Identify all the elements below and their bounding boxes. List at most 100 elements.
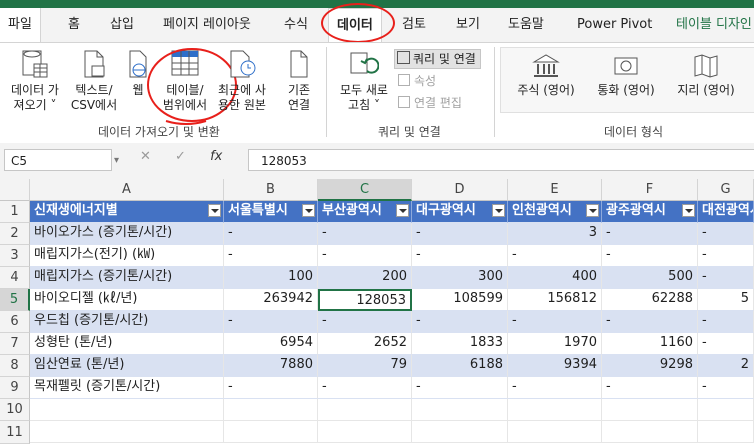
filter-dropdown-icon[interactable] xyxy=(682,204,695,217)
table-cell[interactable]: 1833 xyxy=(412,333,508,355)
tab-insert[interactable]: 삽입 xyxy=(110,8,134,42)
row-header-4[interactable]: 4 xyxy=(0,267,30,289)
table-cell[interactable]: - xyxy=(224,311,318,333)
table-cell[interactable]: 매립지가스 (증기톤/시간) xyxy=(30,267,224,289)
empty-cell[interactable] xyxy=(224,421,318,443)
select-all-corner[interactable] xyxy=(0,179,30,201)
table-cell[interactable]: - xyxy=(318,223,412,245)
tab-page-layout[interactable]: 페이지 레이아웃 xyxy=(163,8,251,42)
table-cell[interactable]: - xyxy=(698,311,754,333)
table-cell[interactable]: - xyxy=(412,245,508,267)
existing-connections-button[interactable]: 기존 연결 xyxy=(280,49,318,113)
edit-links-button[interactable]: 연결 편집 xyxy=(398,94,462,112)
row-header-8[interactable]: 8 xyxy=(0,355,30,377)
table-cell[interactable]: - xyxy=(508,377,602,399)
table-cell[interactable]: 임산연료 (톤/년) xyxy=(30,355,224,377)
worksheet-grid[interactable]: A B C D E F G 1 2 3 4 5 6 7 8 9 10 11 신재… xyxy=(0,179,754,444)
column-header-c[interactable]: C xyxy=(318,179,412,201)
table-cell[interactable]: - xyxy=(318,311,412,333)
filter-dropdown-icon[interactable] xyxy=(208,204,221,217)
table-cell[interactable]: - xyxy=(602,223,698,245)
table-cell[interactable]: 우드칩 (증기톤/시간) xyxy=(30,311,224,333)
table-header-cell[interactable]: 서울특별시 xyxy=(224,201,318,223)
row-header-1[interactable]: 1 xyxy=(0,201,30,223)
properties-button[interactable]: 속성 xyxy=(398,72,436,90)
table-header-cell[interactable]: 광주광역시 xyxy=(602,201,698,223)
empty-cell[interactable] xyxy=(412,421,508,443)
empty-cell[interactable] xyxy=(602,421,698,443)
table-cell[interactable]: 3 xyxy=(508,223,602,245)
row-header-7[interactable]: 7 xyxy=(0,333,30,355)
empty-cell[interactable] xyxy=(602,399,698,421)
tab-table-design[interactable]: 테이블 디자인 xyxy=(676,8,752,42)
row-header-9[interactable]: 9 xyxy=(0,377,30,399)
table-cell[interactable]: 79 xyxy=(318,355,412,377)
table-cell[interactable]: 500 xyxy=(602,267,698,289)
recent-sources-button[interactable]: 최근에 사 용한 원본 xyxy=(214,49,270,113)
table-cell[interactable]: 2652 xyxy=(318,333,412,355)
table-cell[interactable]: 2 xyxy=(698,355,754,377)
empty-cell[interactable] xyxy=(30,399,224,421)
table-cell[interactable]: 1160 xyxy=(602,333,698,355)
table-cell[interactable]: 62288 xyxy=(602,289,698,311)
table-cell[interactable]: - xyxy=(318,377,412,399)
name-box[interactable]: C5 xyxy=(4,149,112,171)
table-cell[interactable]: 9298 xyxy=(602,355,698,377)
formula-input[interactable]: 128053 xyxy=(248,149,754,171)
table-header-cell[interactable]: 대전광역시 xyxy=(698,201,754,223)
table-cell[interactable]: 바이오가스 (증기톤/시간) xyxy=(30,223,224,245)
table-cell[interactable]: - xyxy=(224,223,318,245)
column-header-e[interactable]: E xyxy=(508,179,602,201)
get-data-button[interactable]: 데이터 가 져오기 ˅ xyxy=(6,49,64,113)
enter-icon[interactable]: ✓ xyxy=(175,149,186,164)
table-cell[interactable]: 200 xyxy=(318,267,412,289)
currency-button[interactable]: 통화 (영어) xyxy=(590,53,662,98)
table-cell[interactable]: - xyxy=(318,245,412,267)
tab-power-pivot[interactable]: Power Pivot xyxy=(577,8,652,42)
empty-cell[interactable] xyxy=(318,421,412,443)
tab-home[interactable]: 홈 xyxy=(68,8,80,42)
table-cell[interactable]: - xyxy=(602,245,698,267)
empty-cell[interactable] xyxy=(508,421,602,443)
empty-cell[interactable] xyxy=(412,399,508,421)
insert-function-icon[interactable]: fx xyxy=(210,149,222,164)
empty-cell[interactable] xyxy=(318,399,412,421)
table-cell[interactable]: 156812 xyxy=(508,289,602,311)
table-cell[interactable]: - xyxy=(412,377,508,399)
table-cell[interactable]: 9394 xyxy=(508,355,602,377)
filter-dropdown-icon[interactable] xyxy=(396,204,409,217)
cancel-icon[interactable]: ✕ xyxy=(140,149,151,164)
table-cell[interactable]: - xyxy=(508,311,602,333)
table-cell[interactable]: - xyxy=(698,377,754,399)
table-cell[interactable]: - xyxy=(698,267,754,289)
from-text-csv-button[interactable]: 텍스트/ CSV에서 xyxy=(66,49,122,113)
table-cell[interactable]: 매립지가스(전기) (㎾) xyxy=(30,245,224,267)
table-cell[interactable]: - xyxy=(412,223,508,245)
table-cell[interactable]: - xyxy=(224,377,318,399)
table-cell[interactable]: 263942 xyxy=(224,289,318,311)
table-cell[interactable]: 성형탄 (톤/년) xyxy=(30,333,224,355)
empty-cell[interactable] xyxy=(224,399,318,421)
row-header-2[interactable]: 2 xyxy=(0,223,30,245)
table-cell[interactable]: 목재펠릿 (증기톤/시간) xyxy=(30,377,224,399)
table-cell[interactable]: 6954 xyxy=(224,333,318,355)
table-cell[interactable]: 6188 xyxy=(412,355,508,377)
refresh-all-button[interactable]: 모두 새로 고침 ˅ xyxy=(334,49,394,113)
table-cell[interactable]: 5 xyxy=(698,289,754,311)
table-cell[interactable]: 108599 xyxy=(412,289,508,311)
table-cell[interactable]: 100 xyxy=(224,267,318,289)
column-header-b[interactable]: B xyxy=(224,179,318,201)
table-cell[interactable]: 400 xyxy=(508,267,602,289)
empty-cell[interactable] xyxy=(698,421,754,443)
row-header-6[interactable]: 6 xyxy=(0,311,30,333)
active-cell[interactable]: 128053 xyxy=(318,289,412,311)
empty-cell[interactable] xyxy=(30,421,224,443)
table-header-cell[interactable]: 부산광역시 xyxy=(318,201,412,223)
column-header-a[interactable]: A xyxy=(30,179,224,201)
table-cell[interactable]: 7880 xyxy=(224,355,318,377)
empty-cell[interactable] xyxy=(698,399,754,421)
table-cell[interactable]: - xyxy=(412,311,508,333)
table-cell[interactable]: 300 xyxy=(412,267,508,289)
table-cell[interactable]: 1970 xyxy=(508,333,602,355)
table-cell[interactable]: - xyxy=(602,311,698,333)
